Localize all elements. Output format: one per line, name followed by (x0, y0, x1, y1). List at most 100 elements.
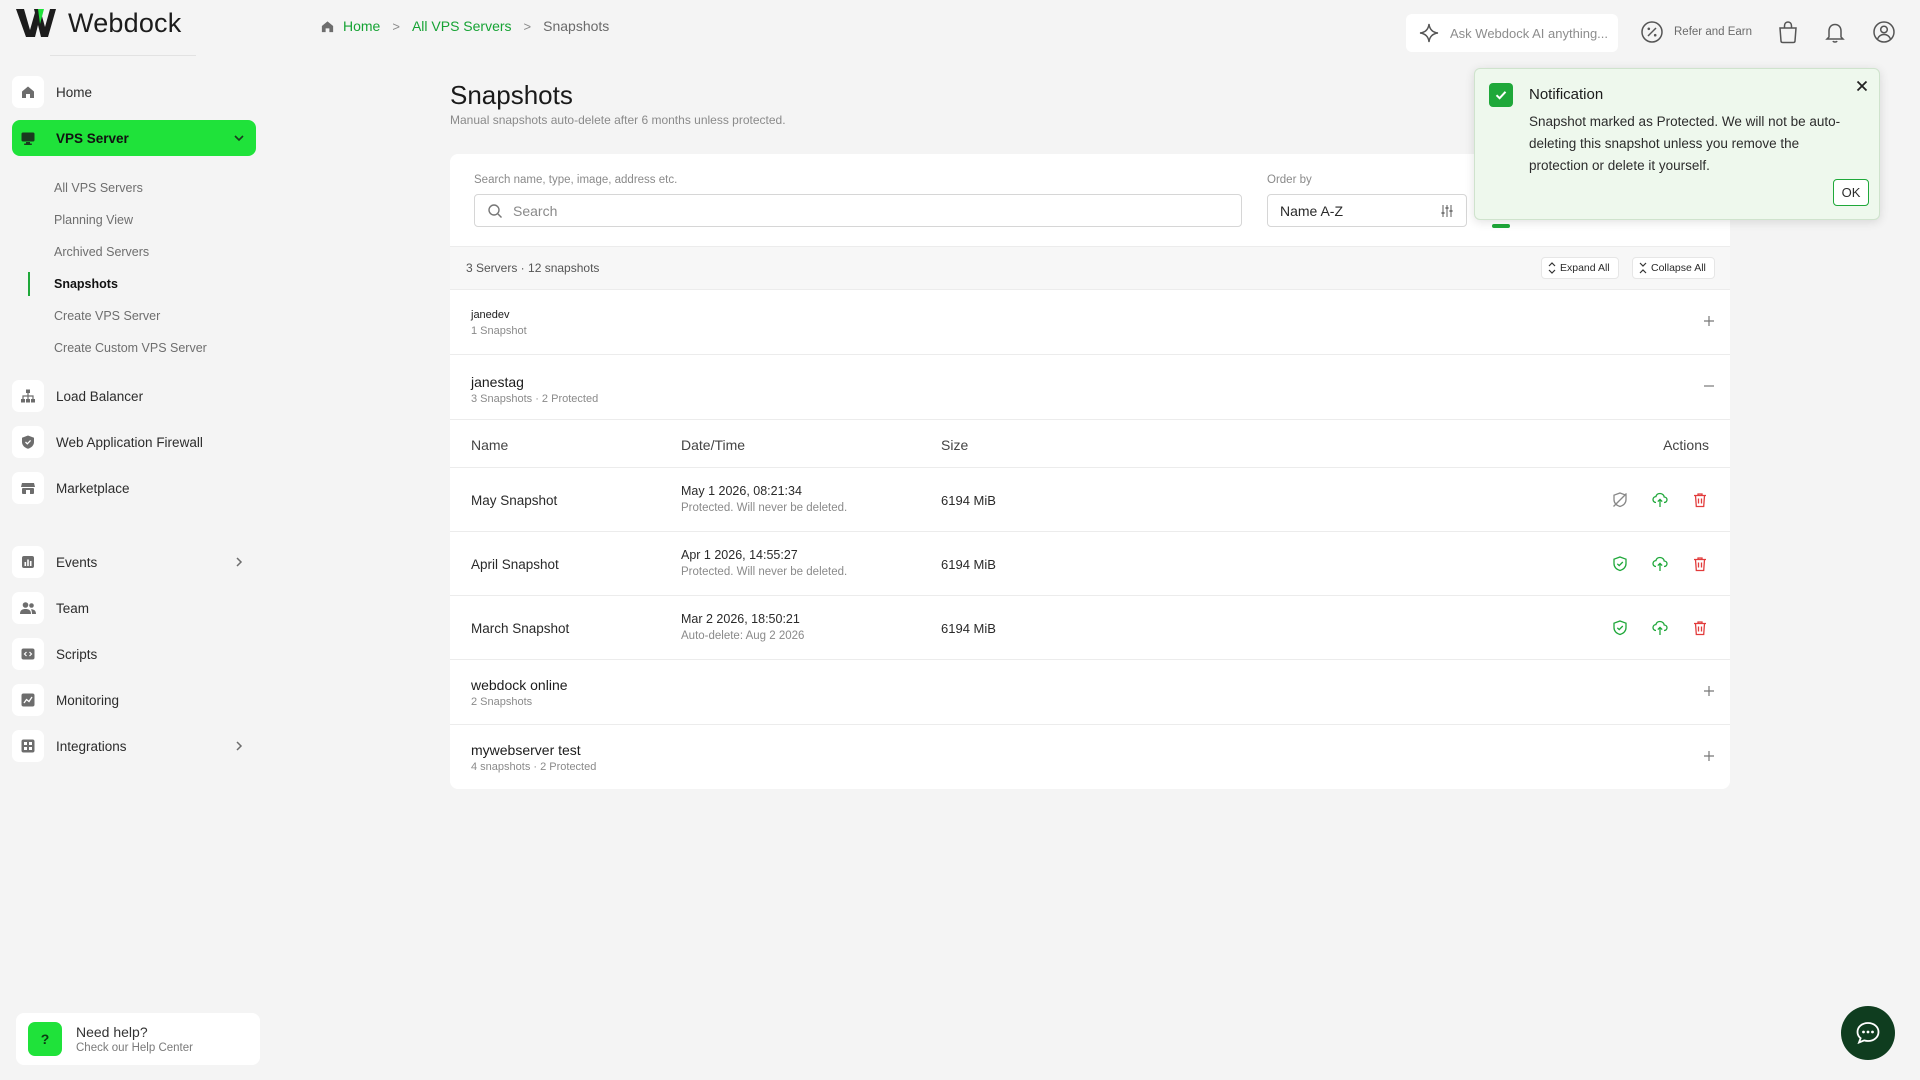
notification-toast: Notification Snapshot marked as Protecte… (1474, 68, 1880, 220)
sidebar-item-events[interactable]: Events (12, 544, 256, 580)
trash-icon[interactable] (1691, 555, 1709, 573)
server-meta: 2 Snapshots (471, 696, 533, 708)
notification-ok-button[interactable]: OK (1833, 179, 1869, 206)
breadcrumb-separator: > (392, 18, 400, 34)
snapshot-name: May Snapshot (471, 493, 558, 508)
subnav-item-archived-servers[interactable]: Archived Servers (28, 236, 248, 268)
sidebar-item-monitoring[interactable]: Monitoring (12, 682, 256, 718)
snapshot-size: 6194 MiB (941, 493, 996, 508)
code-icon (12, 638, 44, 670)
user-account-icon[interactable] (1872, 20, 1896, 44)
sidebar-item-marketplace[interactable]: Marketplace (12, 470, 256, 506)
snapshots-card: Search name, type, image, address etc. S… (450, 154, 1730, 789)
snapshot-date: May 1 2026, 08:21:34 (681, 484, 802, 498)
restore-icon[interactable] (1651, 619, 1669, 637)
toggle-indicator (1492, 224, 1510, 228)
sidebar-item-label: Monitoring (56, 692, 120, 708)
server-group-janestag[interactable]: janestag 3 Snapshots · 2 Protected (450, 355, 1730, 420)
shopping-bag-icon[interactable] (1777, 20, 1799, 44)
sidebar-item-load-balancer[interactable]: Load Balancer (12, 378, 256, 414)
page-title: Snapshots (450, 80, 573, 110)
breadcrumb-home[interactable]: Home (343, 18, 380, 34)
notification-body: Snapshot marked as Protected. We will no… (1529, 114, 1841, 173)
logo[interactable]: Webdock (14, 6, 181, 40)
home-icon (12, 76, 44, 108)
chat-button[interactable] (1841, 1006, 1895, 1060)
sidebar-item-label: Web Application Firewall (56, 434, 203, 450)
chevron-down-icon (234, 135, 244, 142)
help-center-card[interactable]: ? Need help? Check our Help Center (16, 1013, 260, 1065)
table-row: May Snapshot May 1 2026, 08:21:34 Protec… (450, 468, 1730, 532)
server-name: mywebserver test (471, 742, 581, 758)
minus-icon[interactable] (1702, 379, 1716, 393)
sidebar-item-label: Scripts (56, 646, 98, 662)
expand-all-button[interactable]: Expand All (1541, 257, 1619, 279)
close-icon[interactable] (1855, 79, 1869, 93)
table-row: March Snapshot Mar 2 2026, 18:50:21 Auto… (450, 596, 1730, 660)
chevron-right-icon (236, 557, 243, 567)
sidebar-item-vps-server[interactable]: VPS Server (12, 120, 256, 156)
column-header-actions: Actions (1663, 437, 1709, 453)
ai-assistant-input[interactable]: Ask Webdock AI anything... (1406, 14, 1618, 52)
server-group-webdock-online[interactable]: webdock online 2 Snapshots (450, 660, 1730, 725)
snapshot-name: March Snapshot (471, 621, 570, 636)
server-name: janestag (471, 374, 524, 390)
shield-icon (12, 426, 44, 458)
logo-divider (50, 55, 196, 56)
sidebar: Webdock Home VPS Server All VPS Servers … (0, 0, 270, 1080)
ai-placeholder: Ask Webdock AI anything... (1450, 25, 1609, 41)
server-name: webdock online (471, 677, 568, 693)
server-group-mywebserver-test[interactable]: mywebserver test 4 snapshots · 2 Protect… (450, 725, 1730, 789)
restore-icon[interactable] (1651, 555, 1669, 573)
subnav-item-snapshots[interactable]: Snapshots (28, 268, 248, 300)
plus-icon[interactable] (1702, 314, 1716, 328)
expand-icon (1548, 262, 1556, 274)
search-placeholder: Search (513, 202, 558, 219)
plus-icon[interactable] (1702, 684, 1716, 698)
snapshot-size: 6194 MiB (941, 557, 996, 572)
users-icon (12, 592, 44, 624)
breadcrumb-all-vps-servers[interactable]: All VPS Servers (412, 18, 512, 34)
sidebar-item-integrations[interactable]: Integrations (12, 728, 256, 764)
expand-all-label: Expand All (1560, 262, 1610, 274)
subnav-item-create-vps-server[interactable]: Create VPS Server (28, 300, 248, 332)
sidebar-item-label: Load Balancer (56, 388, 144, 404)
sidebar-item-home[interactable]: Home (12, 74, 256, 110)
refer-and-earn-button[interactable]: Refer and Earn (1640, 20, 1752, 44)
monitor-icon (12, 122, 44, 154)
snapshot-note: Auto-delete: Aug 2 2026 (681, 630, 805, 642)
order-by-select[interactable]: Name A-Z (1267, 194, 1467, 227)
subnav-item-all-vps-servers[interactable]: All VPS Servers (28, 172, 248, 204)
sidebar-item-web-application-firewall[interactable]: Web Application Firewall (12, 424, 256, 460)
collapse-all-button[interactable]: Collapse All (1632, 257, 1715, 279)
summary-text: 3 Servers · 12 snapshots (466, 261, 600, 275)
store-icon (12, 472, 44, 504)
subnav-item-create-custom-vps-server[interactable]: Create Custom VPS Server (28, 332, 248, 364)
subnav-item-planning-view[interactable]: Planning View (28, 204, 248, 236)
search-input[interactable]: Search (474, 194, 1242, 227)
trash-icon[interactable] (1691, 619, 1709, 637)
snapshot-date: Apr 1 2026, 14:55:27 (681, 548, 798, 562)
sidebar-item-team[interactable]: Team (12, 590, 256, 626)
home-icon[interactable] (320, 19, 335, 34)
sidebar-item-label: Marketplace (56, 480, 130, 496)
chat-icon (1856, 1022, 1880, 1045)
sidebar-item-label: Integrations (56, 738, 127, 754)
sidebar-item-scripts[interactable]: Scripts (12, 636, 256, 672)
trash-icon[interactable] (1691, 491, 1709, 509)
server-group-janedev[interactable]: janedev 1 Snapshot (450, 290, 1730, 355)
collapse-icon (1639, 262, 1647, 274)
shield-check-icon[interactable] (1611, 555, 1629, 573)
sidebar-item-label: VPS Server (56, 130, 129, 146)
shield-off-icon[interactable] (1611, 491, 1629, 509)
grid-icon (12, 730, 44, 762)
server-meta: 4 snapshots · 2 Protected (471, 761, 597, 773)
bell-icon[interactable] (1824, 20, 1846, 44)
help-title: Need help? (76, 1024, 148, 1040)
order-label: Order by (1267, 174, 1312, 186)
shield-check-icon[interactable] (1611, 619, 1629, 637)
summary-bar: 3 Servers · 12 snapshots Expand All Coll… (450, 247, 1730, 290)
restore-icon[interactable] (1651, 491, 1669, 509)
plus-icon[interactable] (1702, 749, 1716, 763)
breadcrumb-current: Snapshots (543, 18, 610, 34)
